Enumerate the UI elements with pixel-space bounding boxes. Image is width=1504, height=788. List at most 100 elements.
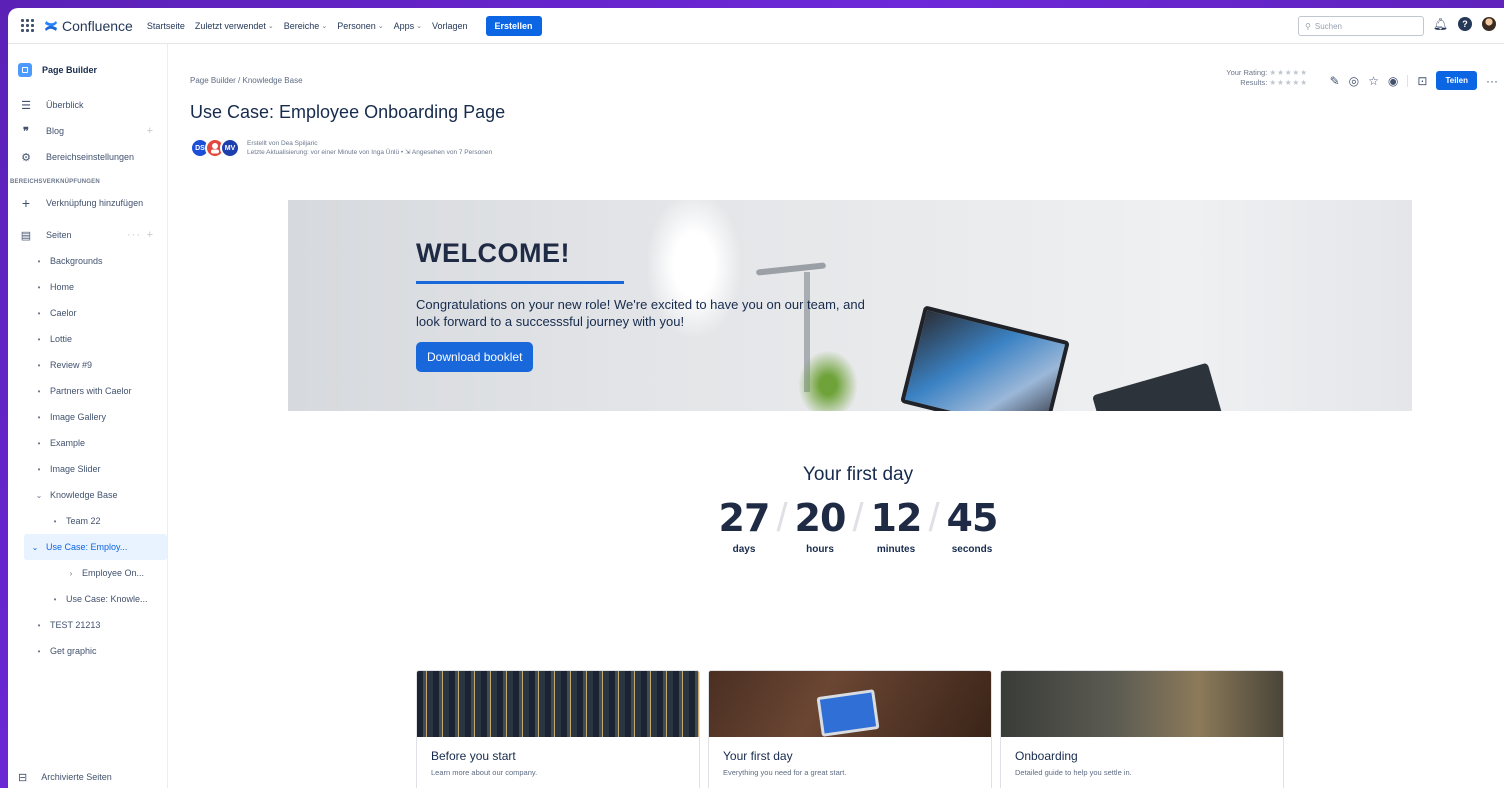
brand-name: Confluence — [62, 17, 133, 34]
confluence-logo[interactable]: Confluence — [44, 18, 133, 34]
card-before-you-start[interactable]: Before you start Learn more about our co… — [416, 670, 700, 788]
search-icon: ⚲ — [1305, 21, 1311, 31]
bullet-icon: • — [37, 412, 41, 422]
sidebar-item-blog[interactable]: ❞ Blog + — [8, 118, 167, 144]
user-avatar[interactable] — [1482, 17, 1496, 31]
comment-icon[interactable]: ◎ — [1349, 74, 1359, 88]
page-tree-item[interactable]: • Image Gallery — [8, 404, 167, 430]
card-grid: Before you start Learn more about our co… — [416, 670, 1284, 788]
your-rating-label: Your Rating: — [1226, 68, 1268, 77]
city-buildings-image — [417, 671, 699, 737]
page-tree-item-label: Knowledge Base — [50, 490, 118, 500]
countdown-label: days — [732, 544, 756, 555]
page-tree-item[interactable]: • Backgrounds — [8, 248, 167, 274]
page-tree-item-label: Partners with Caelor — [50, 386, 132, 396]
page-tree-item-label: Use Case: Employ... — [46, 542, 128, 552]
more-actions-icon[interactable]: ··· — [1486, 74, 1498, 88]
sidebar-item-space-settings[interactable]: ⚙ Bereichseinstellungen — [8, 144, 167, 170]
banner-divider — [416, 281, 624, 284]
gear-icon: ⚙ — [21, 151, 31, 164]
search-placeholder: Suchen — [1314, 21, 1342, 31]
nav-templates[interactable]: Vorlagen — [432, 21, 468, 31]
chevron-right-icon[interactable]: › — [66, 569, 76, 578]
countdown-label: hours — [806, 544, 834, 555]
page-tree-item[interactable]: • Review #9 — [8, 352, 167, 378]
nav-spaces-label: Bereiche — [283, 20, 320, 31]
card-onboarding[interactable]: Onboarding Detailed guide to help you se… — [1000, 670, 1284, 788]
pages-label: Seiten — [46, 230, 72, 240]
rating-widget: Your Rating: ★★★★★ Results: ★★★★★ — [1226, 68, 1308, 88]
page-tree-item[interactable]: • Get graphic — [8, 638, 167, 664]
chevron-down-icon: ⌄ — [267, 22, 274, 30]
page-tree-item[interactable]: • Use Case: Knowle... — [8, 586, 167, 612]
page-tree-item[interactable]: • Partners with Caelor — [8, 378, 167, 404]
star-icon[interactable]: ☆ — [1368, 74, 1379, 88]
person-icon — [211, 143, 219, 154]
countdown-timer: Your first day 27 days / 20 hours / 12 m… — [708, 464, 1008, 555]
nav-apps[interactable]: Apps ⌄ — [394, 21, 422, 31]
nav-recent[interactable]: Zuletzt verwendet ⌄ — [195, 21, 274, 31]
countdown-days: 27 days — [714, 496, 774, 555]
page-tree-item[interactable]: • Lottie — [8, 326, 167, 352]
card-description: Everything you need for a great start. — [723, 768, 847, 777]
download-booklet-button[interactable]: Download booklet — [416, 342, 534, 372]
main-content: Page Builder / Knowledge Base Use Case: … — [168, 44, 1504, 788]
nav-spaces[interactable]: Bereiche ⌄ — [284, 21, 327, 31]
page-tree-item[interactable]: › Employee On... — [8, 560, 167, 586]
breadcrumb[interactable]: Page Builder / Knowledge Base — [190, 76, 303, 85]
pages-actions-icon[interactable]: ··· — [127, 229, 141, 241]
sidebar-item-overview[interactable]: ☰ Überblick — [8, 92, 167, 118]
last-update: Letzte Aktualisierung: vor einer Minute … — [247, 149, 493, 156]
nav-right-icons: 🔔︎ ? — [1433, 17, 1496, 31]
chevron-down-icon: ⌄ — [377, 22, 384, 30]
card-title: Onboarding — [1015, 749, 1078, 763]
archived-pages-link[interactable]: ⊟ Archivierte Seiten — [18, 766, 112, 788]
edit-icon[interactable]: ✎ — [1330, 74, 1340, 88]
page-tree-item[interactable]: • Team 22 — [8, 508, 167, 534]
notifications-icon[interactable]: 🔔︎ — [1433, 17, 1448, 31]
avatar[interactable]: MV — [220, 138, 240, 158]
page-byline: DS MV Erstellt von Dea Spiljaric Letzte … — [190, 138, 492, 158]
archived-pages-label: Archivierte Seiten — [41, 772, 112, 782]
bullet-icon: • — [53, 594, 57, 604]
nav-people[interactable]: Personen ⌄ — [337, 21, 383, 31]
bullet-icon: • — [37, 620, 41, 630]
help-icon[interactable]: ? — [1458, 17, 1472, 31]
rating-stars[interactable]: ★★★★★ — [1269, 68, 1308, 77]
card-description: Learn more about our company. — [431, 768, 538, 777]
app-switcher-icon[interactable] — [18, 17, 36, 35]
search-input[interactable]: ⚲ Suchen — [1298, 16, 1424, 36]
page-tree: • Backgrounds • Home • Caelor • Lottie • Review #… — [8, 248, 167, 664]
page-tree-item-label: Employee On... — [82, 568, 145, 578]
add-blog-icon[interactable]: + — [147, 125, 153, 137]
space-logo-icon — [18, 63, 32, 77]
create-button[interactable]: Erstellen — [485, 15, 542, 36]
countdown-title: Your first day — [802, 464, 914, 485]
page-tree-item[interactable]: • Example — [8, 430, 167, 456]
nav-people-label: Personen — [337, 20, 376, 31]
restrictions-icon[interactable]: ⊡ — [1417, 74, 1427, 88]
page-tree-item[interactable]: ⌄ Knowledge Base — [8, 482, 167, 508]
pages-icon: ▤ — [20, 229, 32, 242]
nav-home[interactable]: Startseite — [147, 21, 185, 31]
card-title: Before you start — [431, 749, 516, 763]
countdown-hours: 20 hours — [790, 496, 850, 555]
sidebar-item-pages[interactable]: ▤ Seiten ··· + — [8, 222, 167, 248]
page-tree-item[interactable]: • Home — [8, 274, 167, 300]
page-tree-item[interactable]: ⌄ Use Case: Employ... — [24, 534, 167, 560]
space-header[interactable]: Page Builder — [8, 56, 167, 84]
countdown-separator: / — [852, 496, 864, 540]
page-tree-item[interactable]: • Image Slider — [8, 456, 167, 482]
card-your-first-day[interactable]: Your first day Everything you need for a… — [708, 670, 992, 788]
add-shortcut-button[interactable]: + Verknüpfung hinzufügen — [8, 190, 167, 216]
share-button[interactable]: Teilen — [1436, 71, 1477, 90]
banner-text: Congratulations on your new role! We're … — [416, 297, 865, 329]
app-window: Confluence Startseite Zuletzt verwendet ⌄… — [8, 8, 1504, 788]
page-tree-item[interactable]: • TEST 21213 — [8, 612, 167, 638]
chevron-down-icon[interactable]: ⌄ — [34, 491, 44, 500]
chevron-down-icon[interactable]: ⌄ — [30, 543, 40, 552]
watch-icon[interactable]: ◉ — [1388, 74, 1398, 88]
add-page-icon[interactable]: + — [147, 229, 153, 241]
countdown-minutes: 12 minutes — [866, 496, 926, 555]
page-tree-item[interactable]: • Caelor — [8, 300, 167, 326]
